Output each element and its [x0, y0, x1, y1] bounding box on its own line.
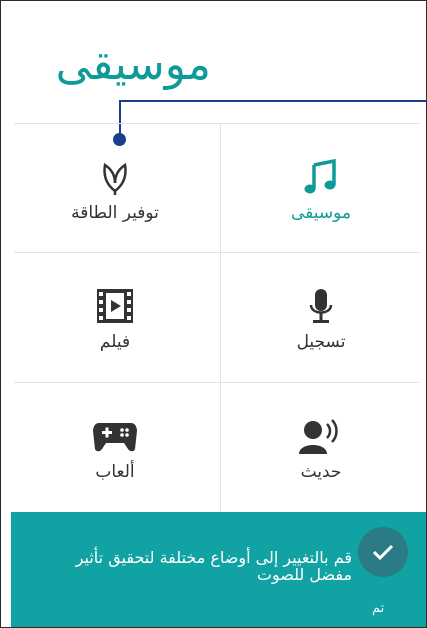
speaking-person-icon: [299, 418, 343, 454]
mode-label: توفير الطاقة: [71, 203, 159, 223]
microphone-icon: [306, 288, 336, 324]
leaf-icon: [97, 159, 133, 195]
mode-label: تسجيل: [296, 332, 346, 352]
mode-grid: موسيقى توفير الطاقة تسجيل فيلم حديث ألعا…: [14, 123, 419, 512]
music-note-icon: [304, 159, 338, 195]
done-button[interactable]: [358, 527, 408, 577]
screen: موسيقى موسيقى توفير الطاقة تسجيل فيلم حد…: [0, 0, 427, 628]
mode-label: فيلم: [99, 332, 131, 352]
page-title: موسيقى: [55, 39, 211, 90]
mode-label: موسيقى: [290, 203, 352, 223]
mode-label: ألعاب: [95, 462, 135, 482]
done-label[interactable]: تم: [372, 601, 384, 616]
mode-speech[interactable]: حديث: [220, 382, 422, 511]
mode-recording[interactable]: تسجيل: [220, 252, 422, 381]
film-icon: [95, 288, 135, 324]
checkmark-icon: [372, 544, 394, 561]
tip-text: قم بالتغيير إلى أوضاع مختلفة لتحقيق تأثي…: [75, 548, 352, 584]
mode-power-saving[interactable]: توفير الطاقة: [14, 123, 216, 252]
mode-movie[interactable]: فيلم: [14, 252, 216, 381]
mode-label: حديث: [300, 462, 342, 482]
mode-games[interactable]: ألعاب: [14, 382, 216, 511]
mode-music[interactable]: موسيقى: [220, 123, 422, 252]
callout-line: [119, 100, 426, 102]
gamepad-icon: [93, 418, 137, 454]
